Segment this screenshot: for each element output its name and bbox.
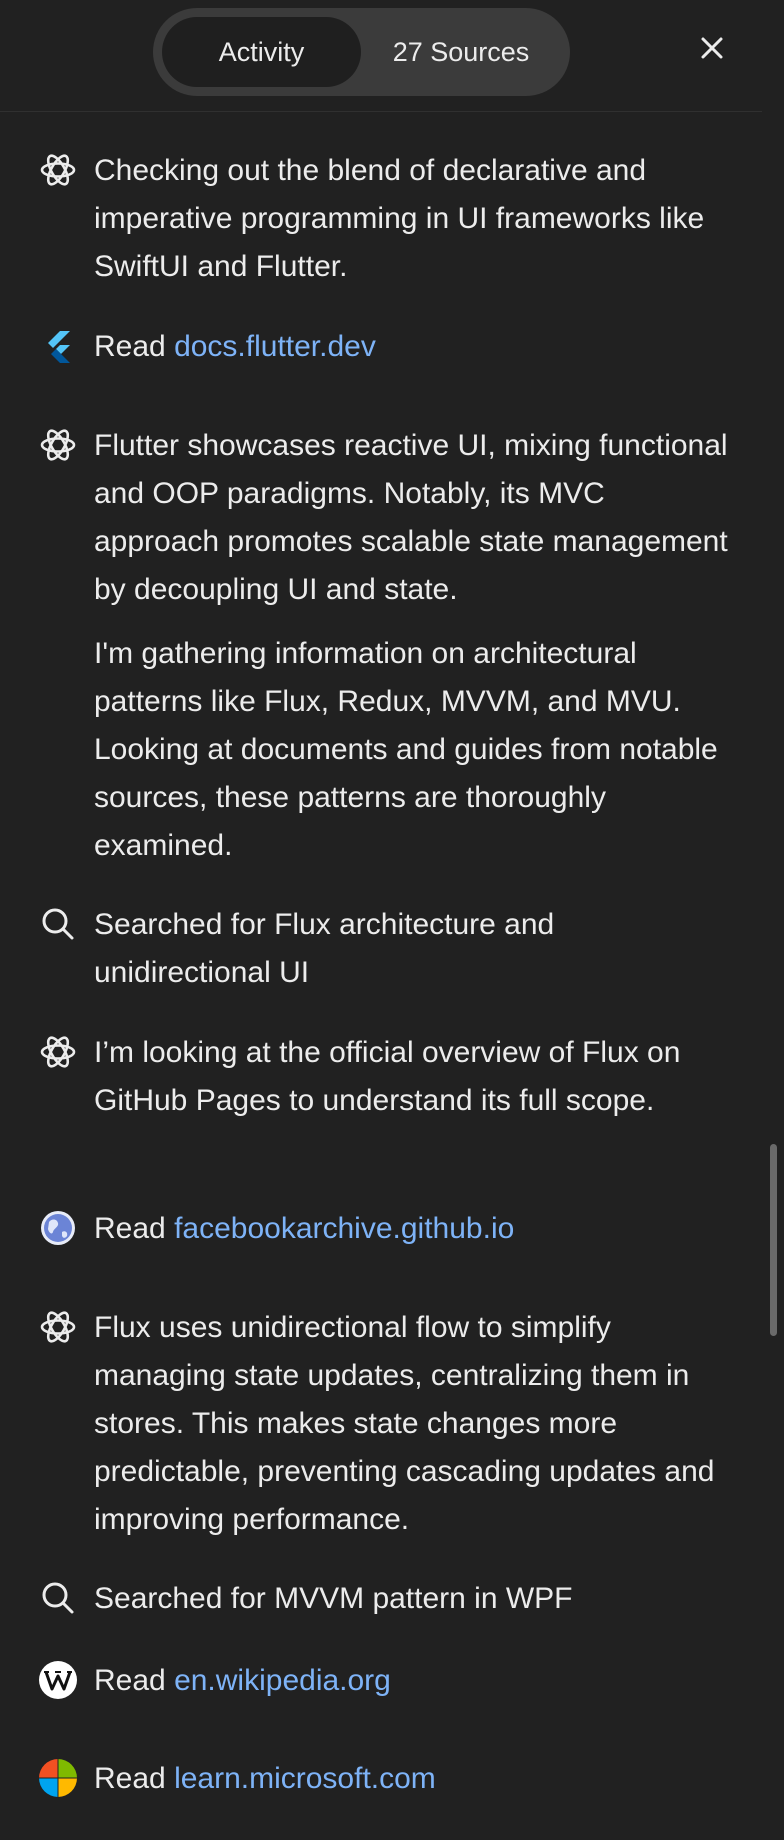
- activity-text: Read en.wikipedia.org: [94, 1657, 734, 1705]
- read-label: Read: [94, 330, 166, 363]
- close-icon[interactable]: [694, 30, 730, 66]
- read-label: Read: [94, 1664, 166, 1697]
- activity-text: Flux uses unidirectional flow to simplif…: [94, 1304, 734, 1544]
- source-link[interactable]: en.wikipedia.org: [174, 1664, 391, 1697]
- activity-text: Read learn.microsoft.com: [94, 1755, 734, 1803]
- activity-text: I’m looking at the official overview of …: [94, 1029, 734, 1125]
- activity-text: Searched for MVVM pattern in WPF: [94, 1575, 734, 1623]
- source-link[interactable]: facebookarchive.github.io: [174, 1212, 514, 1245]
- read-label: Read: [94, 1212, 166, 1245]
- activity-text: Searched for Flux architecture and unidi…: [94, 901, 734, 997]
- activity-paragraph: Searched for MVVM pattern in WPF: [94, 1582, 573, 1615]
- activity-paragraph: I'm gathering information on architectur…: [94, 637, 718, 862]
- activity-text: Flutter showcases reactive UI, mixing fu…: [94, 422, 734, 870]
- globe-icon: [38, 1208, 78, 1248]
- openai-icon: [38, 1032, 78, 1072]
- activity-paragraph: I’m looking at the official overview of …: [94, 1036, 681, 1117]
- search-icon: [38, 1578, 78, 1618]
- view-segmented-control: Activity 27 Sources: [153, 8, 570, 96]
- openai-icon: [38, 1307, 78, 1347]
- search-icon: [38, 904, 78, 944]
- flutter-icon: [38, 326, 78, 366]
- openai-icon: [38, 150, 78, 190]
- activity-text: Read docs.flutter.dev: [94, 323, 734, 371]
- scrollbar-thumb[interactable]: [770, 1144, 777, 1336]
- tab-activity[interactable]: Activity: [162, 17, 361, 87]
- wikipedia-icon: [38, 1660, 78, 1700]
- openai-icon: [38, 425, 78, 465]
- activity-text: Read facebookarchive.github.io: [94, 1205, 734, 1253]
- read-label: Read: [94, 1762, 166, 1795]
- activity-paragraph: Flux uses unidirectional flow to simplif…: [94, 1311, 715, 1536]
- microsoft-icon: [38, 1758, 78, 1798]
- activity-paragraph: Flutter showcases reactive UI, mixing fu…: [94, 429, 728, 606]
- activity-paragraph: Checking out the blend of declarative an…: [94, 154, 705, 283]
- source-link[interactable]: docs.flutter.dev: [174, 330, 376, 363]
- source-link[interactable]: learn.microsoft.com: [174, 1762, 436, 1795]
- activity-paragraph: Searched for Flux architecture and unidi…: [94, 908, 555, 989]
- activity-text: Checking out the blend of declarative an…: [94, 147, 734, 291]
- activity-header: Activity 27 Sources: [0, 0, 762, 112]
- tab-sources[interactable]: 27 Sources: [361, 17, 561, 87]
